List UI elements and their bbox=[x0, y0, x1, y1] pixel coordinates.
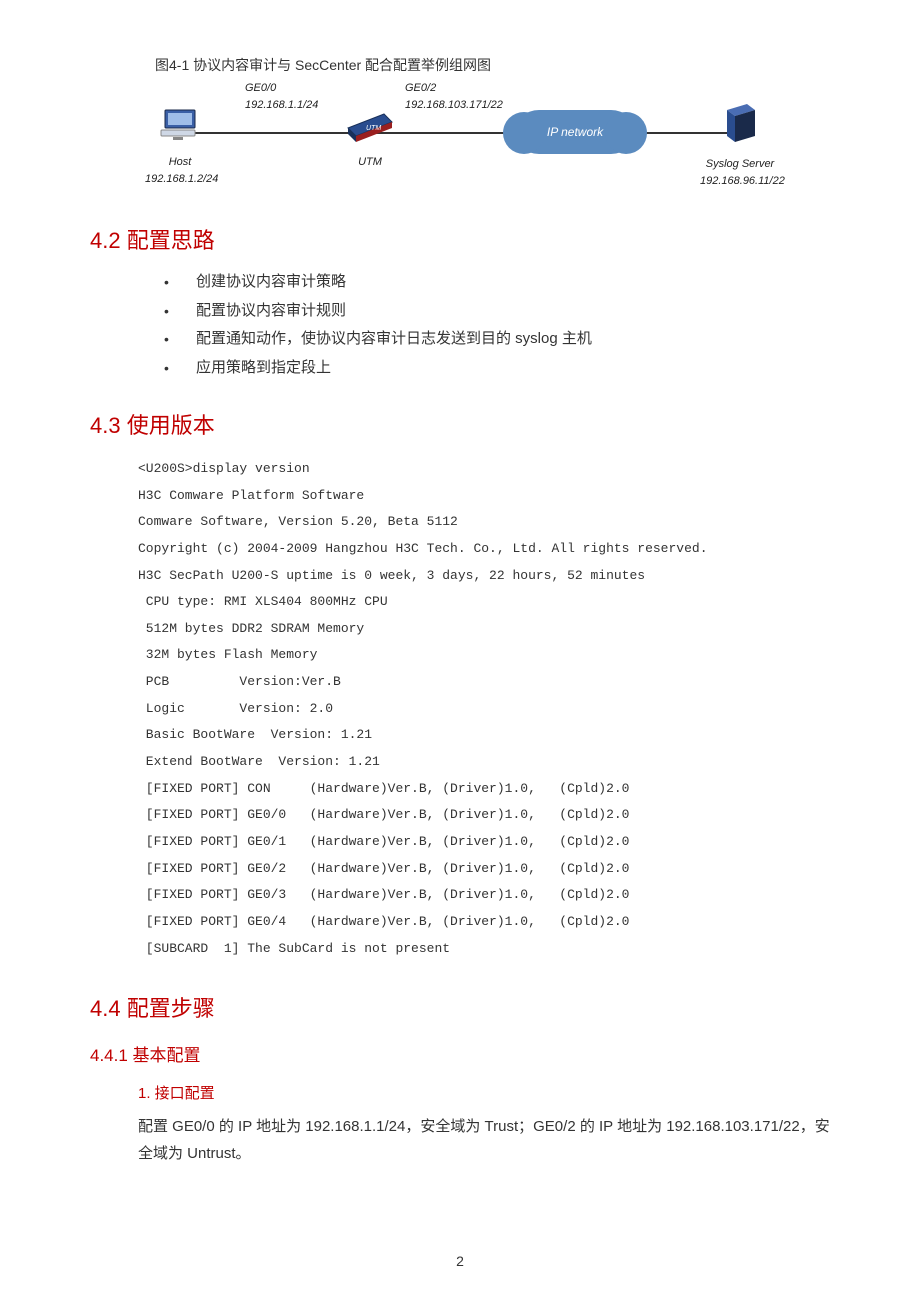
section-4-4-1-heading: 4.4.1 基本配置 bbox=[90, 1043, 830, 1069]
cloud-icon: IP network bbox=[515, 110, 635, 154]
section-4-4-heading: 4.4 配置步骤 bbox=[90, 992, 830, 1025]
utm-icon: UTM bbox=[344, 108, 396, 142]
network-diagram: GE0/0 192.168.1.1/24 GE0/2 192.168.103.1… bbox=[145, 84, 765, 194]
utm-node: UTM UTM bbox=[335, 108, 405, 171]
svg-text:UTM: UTM bbox=[366, 125, 381, 132]
version-output: <U200S>display version H3C Comware Platf… bbox=[138, 456, 830, 962]
host-node: Host 192.168.1.2/24 bbox=[145, 108, 215, 187]
ge02-label: GE0/2 192.168.103.171/22 bbox=[405, 80, 503, 113]
list-item: 配置协议内容审计规则 bbox=[150, 300, 830, 323]
diagram-link-line bbox=[175, 132, 735, 134]
list-item: 配置通知动作，使协议内容审计日志发送到目的 syslog 主机 bbox=[150, 328, 830, 351]
config-ideas-list: 创建协议内容审计策略 配置协议内容审计规则 配置通知动作，使协议内容审计日志发送… bbox=[150, 271, 830, 379]
host-icon bbox=[159, 108, 201, 142]
server-icon bbox=[721, 102, 759, 144]
section-4-2-heading: 4.2 配置思路 bbox=[90, 224, 830, 257]
list-item: 应用策略到指定段上 bbox=[150, 357, 830, 380]
ge00-label: GE0/0 192.168.1.1/24 bbox=[245, 80, 318, 113]
cloud-node: IP network bbox=[515, 110, 635, 154]
interface-config-heading: 1. 接口配置 bbox=[138, 1083, 830, 1106]
interface-config-paragraph: 配置 GE0/0 的 IP 地址为 192.168.1.1/24，安全域为 Tr… bbox=[138, 1113, 830, 1167]
list-item: 创建协议内容审计策略 bbox=[150, 271, 830, 294]
server-node: Syslog Server 192.168.96.11/22 bbox=[700, 102, 780, 189]
section-4-3-heading: 4.3 使用版本 bbox=[90, 409, 830, 442]
figure-caption: 图4-1 协议内容审计与 SecCenter 配合配置举例组网图 bbox=[155, 55, 830, 76]
page-number: 2 bbox=[0, 1251, 920, 1272]
